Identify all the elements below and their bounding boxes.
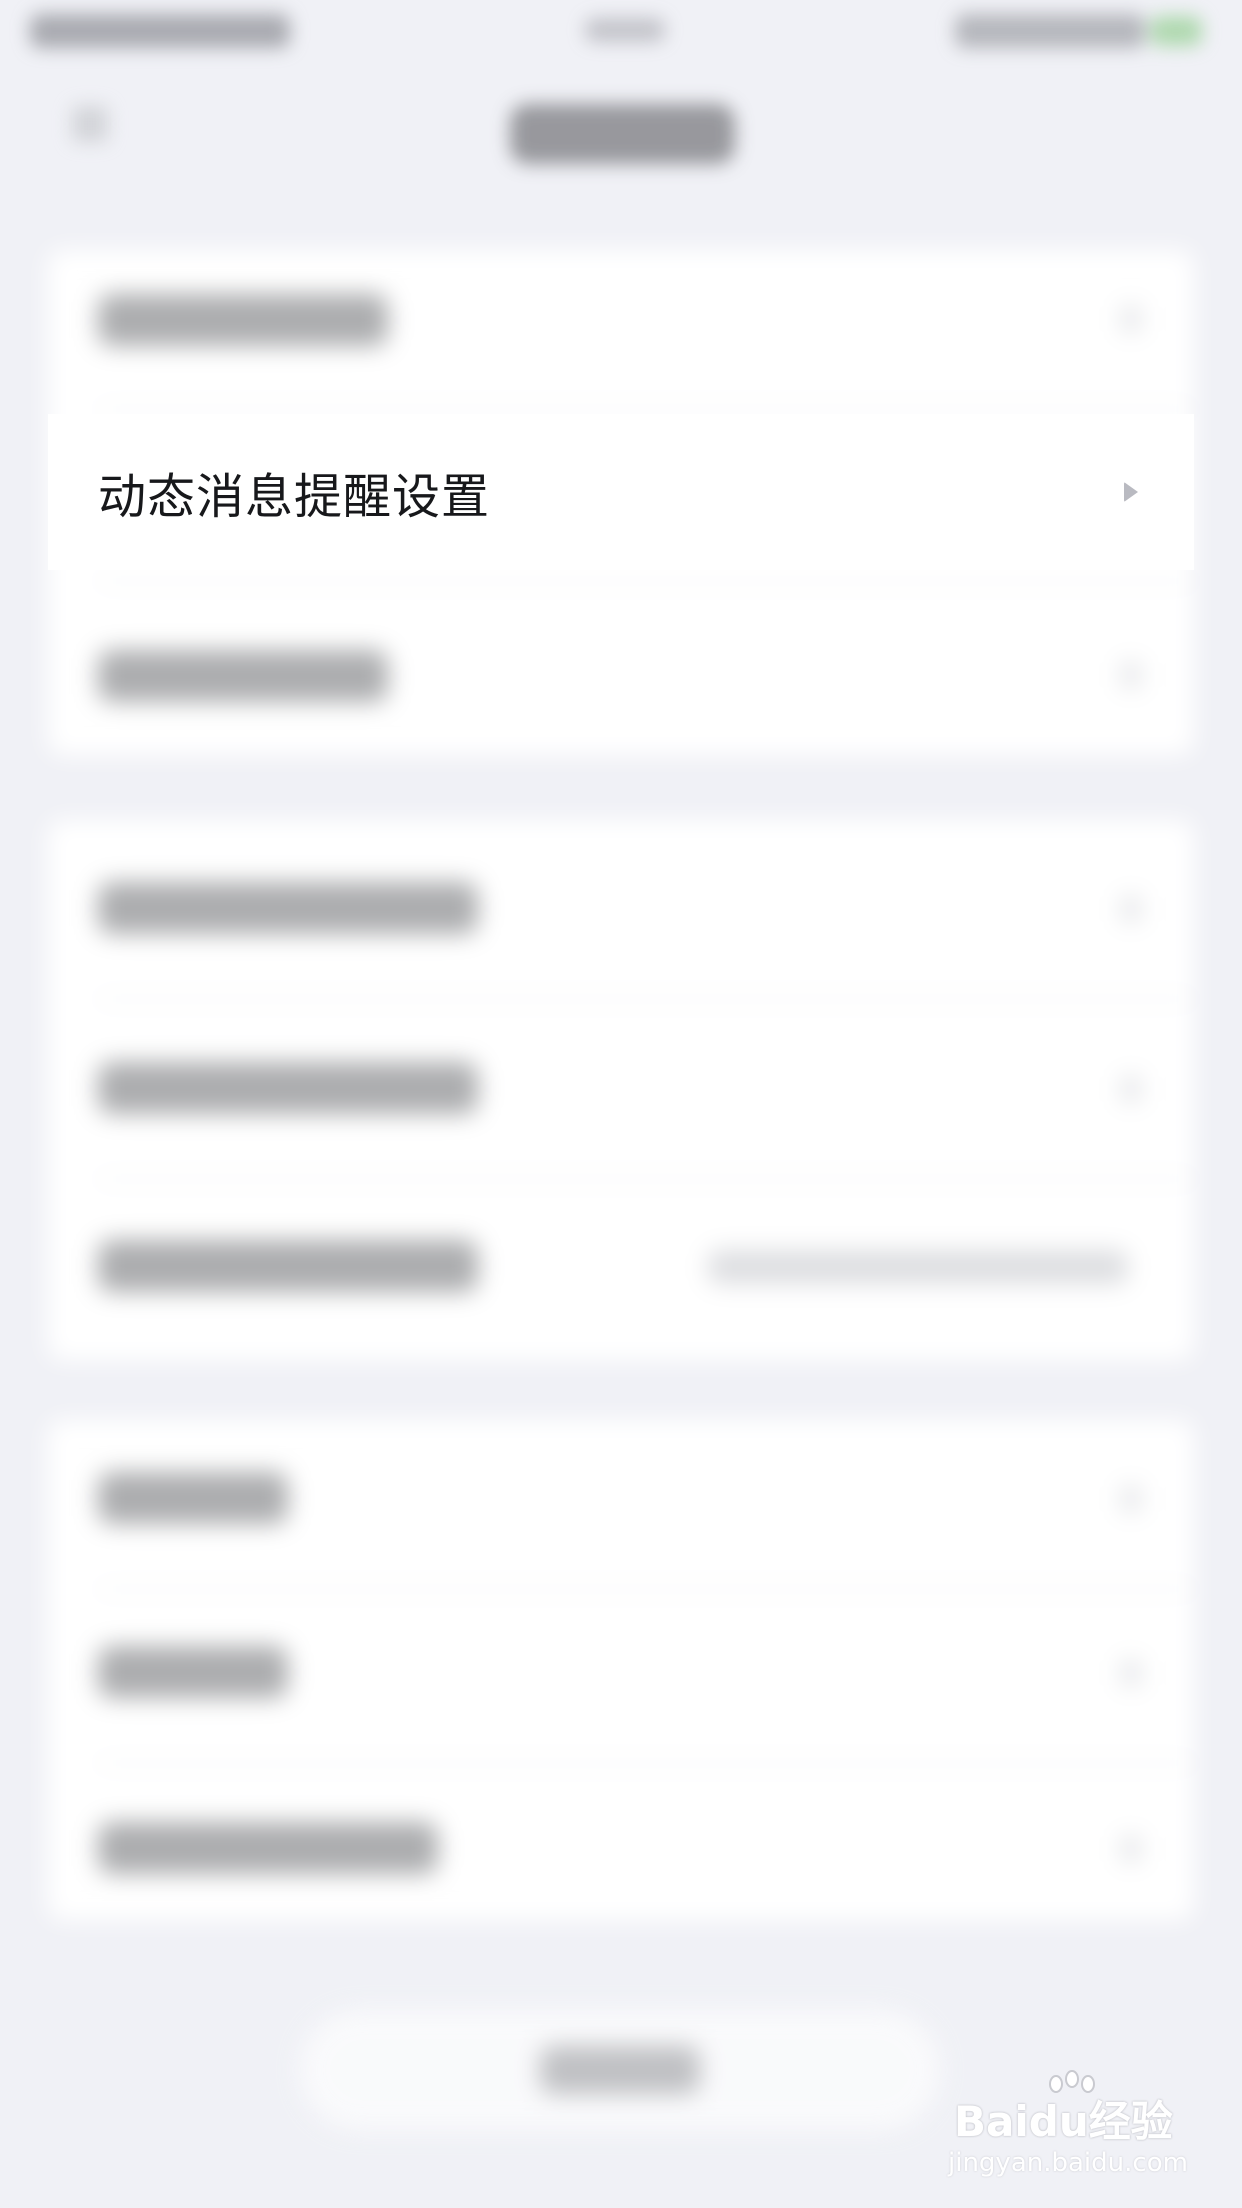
divider <box>98 580 1194 582</box>
list-item[interactable] <box>98 882 478 934</box>
bottom-action-button[interactable] <box>300 2010 940 2130</box>
bottom-action-label <box>540 2046 700 2094</box>
chevron-right-icon <box>1124 482 1138 502</box>
chevron-right-icon <box>1122 306 1140 332</box>
divider <box>98 408 1194 410</box>
list-item[interactable] <box>98 1822 438 1874</box>
divider <box>98 998 1194 1000</box>
item-value <box>708 1250 1128 1284</box>
chevron-right-icon <box>1122 1660 1140 1686</box>
status-indicators <box>955 14 1145 48</box>
status-center <box>585 18 665 42</box>
chevron-right-icon <box>1122 1486 1140 1512</box>
status-time-carrier <box>30 14 290 48</box>
list-item[interactable] <box>98 1062 478 1114</box>
divider <box>98 1762 1194 1764</box>
battery-icon <box>1150 16 1202 46</box>
chevron-right-icon <box>1122 662 1140 688</box>
back-arrow-icon[interactable] <box>72 106 108 142</box>
watermark-site: jingyan.baidu.com <box>948 2148 1188 2178</box>
dynamic-message-reminder-label: 动态消息提醒设置 <box>98 469 491 525</box>
list-item[interactable] <box>98 294 388 346</box>
divider <box>98 1178 1194 1180</box>
baidu-jingyan-watermark: Baidu经验 jingyan.baidu.com <box>940 2070 1200 2190</box>
divider <box>98 1588 1194 1590</box>
page-title <box>510 104 735 164</box>
list-item[interactable] <box>98 1472 288 1524</box>
chevron-right-icon <box>1122 896 1140 922</box>
settings-group-2 <box>48 820 1194 1360</box>
list-item[interactable] <box>98 650 388 702</box>
watermark-brand: Baidu经验 <box>954 2097 1173 2146</box>
dynamic-message-reminder-row[interactable]: 动态消息提醒设置 <box>48 414 1194 570</box>
list-item[interactable] <box>98 1646 288 1698</box>
chevron-right-icon <box>1122 1836 1140 1862</box>
chevron-right-icon <box>1122 1076 1140 1102</box>
settings-group-3 <box>48 1420 1194 1920</box>
status-bar <box>0 0 1242 62</box>
list-item[interactable] <box>98 1240 478 1292</box>
nav-bar <box>0 62 1242 192</box>
